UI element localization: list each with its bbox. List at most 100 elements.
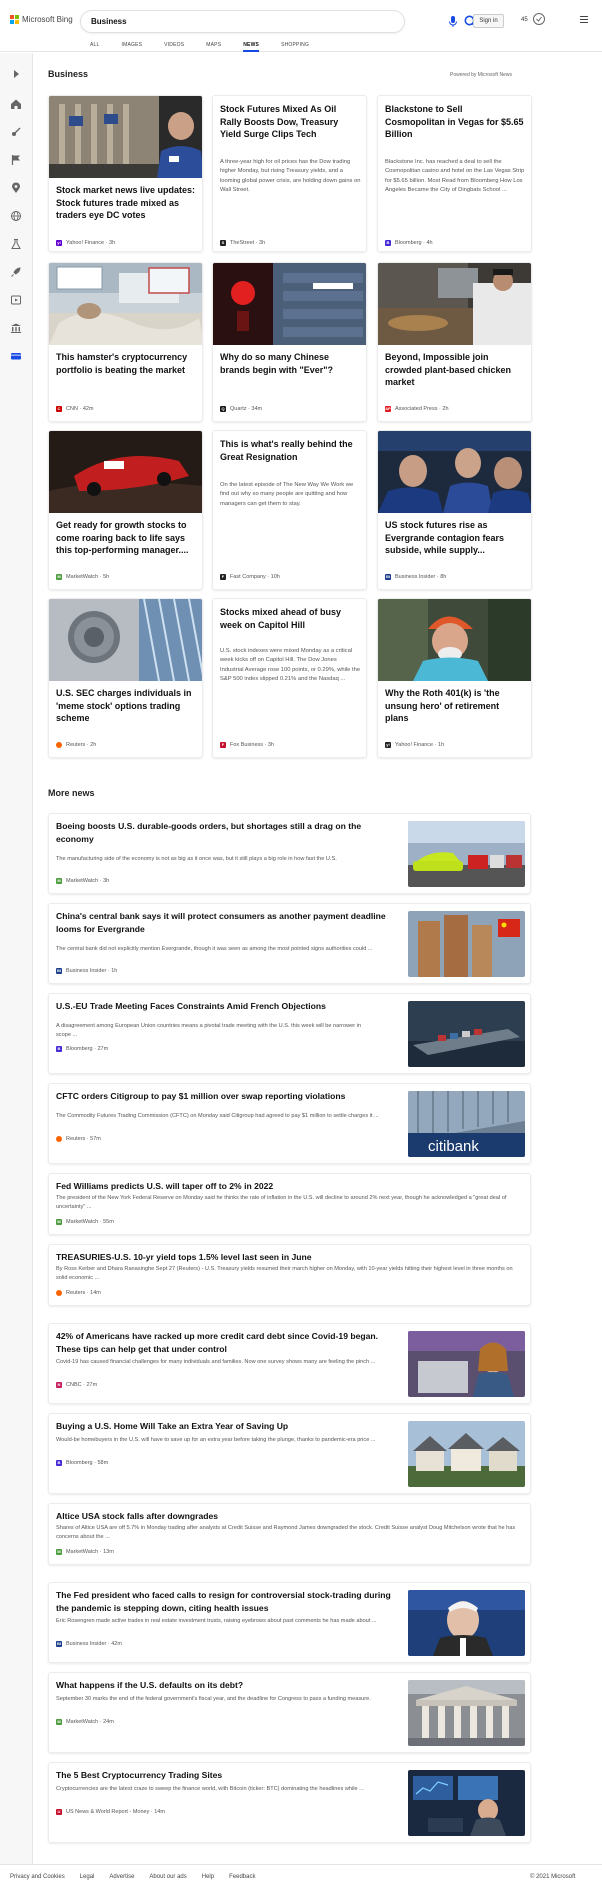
reuters-icon: [56, 1290, 62, 1296]
news-card[interactable]: U.S. SEC charges individuals in 'meme st…: [48, 598, 203, 758]
news-list-item[interactable]: China's central bank says it will protec…: [48, 903, 531, 984]
news-card[interactable]: This is what's really behind the Great R…: [212, 430, 367, 590]
news-list-item[interactable]: Altice USA stock falls after downgrades …: [48, 1503, 531, 1565]
entertainment-icon[interactable]: [10, 293, 22, 305]
news-card[interactable]: Stocks mixed ahead of busy week on Capit…: [212, 598, 367, 758]
news-title[interactable]: 42% of Americans have racked up more cre…: [56, 1330, 401, 1355]
tab-videos[interactable]: VIDEOS: [164, 42, 184, 52]
footer-feedback-link[interactable]: Feedback: [229, 1874, 255, 1880]
rocket-icon[interactable]: [10, 265, 22, 277]
news-list-item[interactable]: What happens if the U.S. defaults on its…: [48, 1672, 531, 1753]
news-list-item[interactable]: Buying a U.S. Home Will Take an Extra Ye…: [48, 1413, 531, 1494]
news-source: BI Business Insider · 42m: [56, 1641, 122, 1647]
search-box[interactable]: [81, 11, 477, 32]
tab-shopping[interactable]: SHOPPING: [281, 42, 309, 52]
card-title[interactable]: Why the Roth 401(k) is 'the unsung hero'…: [385, 687, 525, 725]
rewards-points[interactable]: 45: [521, 17, 528, 23]
sign-in-button[interactable]: Sign in: [473, 14, 504, 28]
houses-image: [408, 1421, 525, 1487]
footer-privacy-link[interactable]: Privacy and Cookies: [10, 1874, 65, 1880]
news-title[interactable]: TREASURIES-U.S. 10-yr yield tops 1.5% le…: [56, 1251, 516, 1264]
foxbusiness-icon: F: [220, 742, 226, 748]
news-card[interactable]: Why do so many Chinese brands begin with…: [212, 262, 367, 422]
news-snippet: Covid-19 has caused financial challenges…: [56, 1359, 376, 1365]
card-source: F Fast Company · 10h: [220, 574, 280, 580]
card-title[interactable]: Blackstone to Sell Cosmopolitan in Vegas…: [385, 103, 525, 141]
bing-logo[interactable]: Microsoft Bing: [10, 15, 73, 24]
globe-icon[interactable]: [10, 209, 22, 221]
news-list-item[interactable]: 42% of Americans have racked up more cre…: [48, 1323, 531, 1404]
news-card[interactable]: This hamster's cryptocurrency portfolio …: [48, 262, 203, 422]
tab-news[interactable]: NEWS: [243, 42, 259, 52]
news-title[interactable]: Buying a U.S. Home Will Take an Extra Ye…: [56, 1420, 396, 1433]
news-list-item[interactable]: Boeing boosts U.S. durable-goods orders,…: [48, 813, 531, 894]
hamburger-menu-icon[interactable]: [580, 16, 588, 23]
news-source: U US News & World Report - Money · 14m: [56, 1809, 165, 1815]
card-source: C CNN · 42m: [56, 406, 94, 412]
card-title[interactable]: US stock futures rise as Evergrande cont…: [385, 519, 525, 557]
news-title[interactable]: What happens if the U.S. defaults on its…: [56, 1679, 396, 1692]
footer-legal-link[interactable]: Legal: [80, 1874, 95, 1880]
traders-image: [378, 431, 531, 513]
news-snippet: Eric Rosengren made active trades in rea…: [56, 1618, 377, 1624]
hamster-office-image: [49, 263, 202, 345]
footer-advertise-link[interactable]: Advertise: [109, 1874, 134, 1880]
yahoo-icon: y!: [56, 240, 62, 246]
news-title[interactable]: U.S.-EU Trade Meeting Faces Constraints …: [56, 1000, 396, 1013]
news-title[interactable]: The Fed president who faced calls to res…: [56, 1589, 396, 1614]
card-title[interactable]: Stock Futures Mixed As Oil Rally Boosts …: [220, 103, 360, 141]
news-card[interactable]: US stock futures rise as Evergrande cont…: [377, 430, 532, 590]
card-title[interactable]: Beyond, Impossible join crowded plant-ba…: [385, 351, 525, 389]
news-source: B Bloomberg · 27m: [56, 1046, 109, 1052]
rewards-icon[interactable]: [532, 12, 546, 26]
card-title[interactable]: U.S. SEC charges individuals in 'meme st…: [56, 687, 196, 725]
news-title[interactable]: China's central bank says it will protec…: [56, 910, 396, 935]
search-input[interactable]: [91, 14, 341, 29]
politics-icon[interactable]: [10, 321, 22, 333]
money-icon[interactable]: [10, 349, 22, 361]
news-card[interactable]: Why the Roth 401(k) is 'the unsung hero'…: [377, 598, 532, 758]
card-source: B Bloomberg · 4h: [385, 240, 433, 246]
microphone-icon[interactable]: [447, 15, 459, 28]
news-title[interactable]: Boeing boosts U.S. durable-goods orders,…: [56, 820, 396, 845]
news-title[interactable]: The 5 Best Cryptocurrency Trading Sites: [56, 1769, 396, 1782]
expand-icon[interactable]: [10, 67, 22, 79]
tab-maps[interactable]: MAPS: [206, 42, 221, 52]
card-title[interactable]: Stocks mixed ahead of busy week on Capit…: [220, 606, 360, 631]
news-list-item[interactable]: CFTC orders Citigroup to pay $1 million …: [48, 1083, 531, 1164]
card-title[interactable]: This hamster's cryptocurrency portfolio …: [56, 351, 196, 376]
science-icon[interactable]: [10, 237, 22, 249]
card-title[interactable]: Get ready for growth stocks to come roar…: [56, 519, 196, 557]
news-title[interactable]: CFTC orders Citigroup to pay $1 million …: [56, 1090, 396, 1103]
news-list-item[interactable]: The Fed president who faced calls to res…: [48, 1582, 531, 1663]
news-snippet: Would-be homebuyers in the U.S. will hav…: [56, 1437, 376, 1443]
news-list-item[interactable]: TREASURIES-U.S. 10-yr yield tops 1.5% le…: [48, 1244, 531, 1306]
news-card[interactable]: Blackstone to Sell Cosmopolitan in Vegas…: [377, 95, 532, 252]
quartz-icon: Q: [220, 406, 226, 412]
news-title[interactable]: Altice USA stock falls after downgrades: [56, 1510, 516, 1523]
footer-help-link[interactable]: Help: [202, 1874, 214, 1880]
card-source: M MarketWatch · 5h: [56, 574, 110, 580]
news-list-item[interactable]: The 5 Best Cryptocurrency Trading Sites …: [48, 1762, 531, 1843]
news-card[interactable]: Beyond, Impossible join crowded plant-ba…: [377, 262, 532, 422]
sports-icon[interactable]: [10, 125, 22, 137]
flag-icon[interactable]: [10, 153, 22, 165]
more-news-title: More news: [48, 788, 95, 798]
footer-about-ads-link[interactable]: About our ads: [149, 1874, 186, 1880]
home-icon[interactable]: [10, 97, 22, 109]
tab-all[interactable]: ALL: [90, 42, 100, 52]
card-title[interactable]: This is what's really behind the Great R…: [220, 438, 360, 463]
news-source: Reuters · 14m: [56, 1290, 101, 1296]
news-card[interactable]: Stock market news live updates: Stock fu…: [48, 95, 203, 252]
tab-images[interactable]: IMAGES: [122, 42, 143, 52]
news-card[interactable]: Get ready for growth stocks to come roar…: [48, 430, 203, 590]
card-snippet: U.S. stock indexes were mixed Monday as …: [220, 648, 361, 683]
businessinsider-icon: BI: [385, 574, 391, 580]
news-list-item[interactable]: Fed Williams predicts U.S. will taper of…: [48, 1173, 531, 1235]
location-icon[interactable]: [10, 181, 22, 193]
news-card[interactable]: Stock Futures Mixed As Oil Rally Boosts …: [212, 95, 367, 252]
news-title[interactable]: Fed Williams predicts U.S. will taper of…: [56, 1180, 516, 1193]
card-title[interactable]: Stock market news live updates: Stock fu…: [56, 184, 196, 222]
card-title[interactable]: Why do so many Chinese brands begin with…: [220, 351, 360, 376]
news-list-item[interactable]: U.S.-EU Trade Meeting Faces Constraints …: [48, 993, 531, 1074]
